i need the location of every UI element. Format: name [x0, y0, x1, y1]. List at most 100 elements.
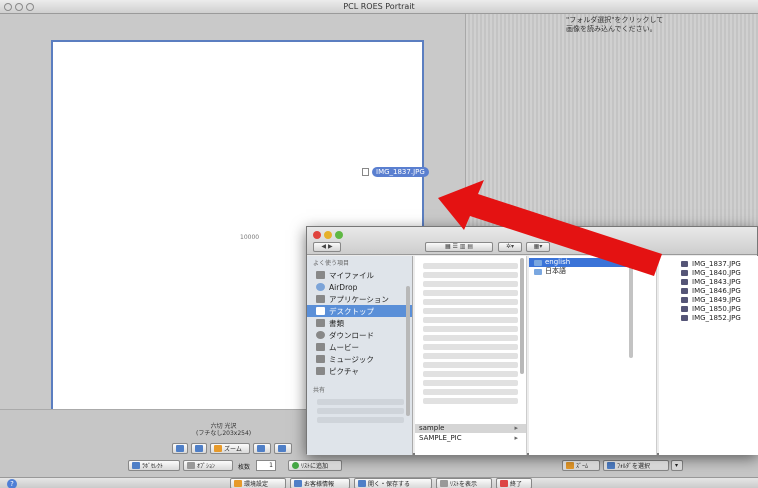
show-list-button[interactable]: ﾘｽﾄを表示: [436, 478, 492, 488]
blurred-item: [423, 371, 518, 377]
file-item[interactable]: IMG_1846.JPG: [681, 286, 741, 295]
music-icon: [316, 355, 325, 363]
folder-select-label: ﾌｫﾙﾀﾞを選択: [617, 463, 651, 470]
sidebar-label: デスクトップ: [329, 306, 374, 316]
customer-info-label: お客様情報: [304, 481, 335, 488]
sidebar-item-pictures[interactable]: ピクチャ: [307, 365, 412, 377]
rotate-right-button[interactable]: [191, 443, 207, 454]
sidebar-item-documents[interactable]: 書類: [307, 317, 412, 329]
column-3-scrollbar[interactable]: [629, 258, 633, 358]
file-item[interactable]: IMG_1837.JPG: [681, 259, 741, 268]
add-to-list-button[interactable]: ﾘｽﾄに追加: [288, 460, 342, 471]
view-mode-buttons[interactable]: ▦ ☰ ▥ ▤: [425, 242, 493, 252]
item-label: SAMPLE_PIC: [419, 434, 462, 442]
blurred-item: [423, 272, 518, 278]
file-name: IMG_1837.JPG: [692, 259, 741, 268]
dragged-file[interactable]: IMG_1837.JPG: [362, 167, 429, 177]
blurred-item: [423, 362, 518, 368]
blurred-item: [317, 399, 404, 405]
open-save-button[interactable]: 開く・保存する: [354, 478, 432, 488]
show-list-label: ﾘｽﾄを表示: [450, 481, 478, 488]
dragged-file-name: IMG_1837.JPG: [372, 167, 429, 177]
sidebar-item-desktop[interactable]: デスクトップ: [307, 305, 412, 317]
settings-icon: [234, 480, 242, 487]
file-item[interactable]: IMG_1840.JPG: [681, 268, 741, 277]
window-title: PCL ROES Portrait: [343, 2, 415, 11]
sidebar-scrollbar[interactable]: [406, 286, 410, 416]
finder-toolbar: ◀ ▶ ▦ ☰ ▥ ▤ ✲▾ ▦▾: [307, 227, 757, 255]
finder-zoom-button[interactable]: [335, 231, 343, 239]
action-menu-button[interactable]: ✲▾: [498, 242, 522, 252]
sidebar-item-downloads[interactable]: ダウンロード: [307, 329, 412, 341]
rotate-left-button[interactable]: [172, 443, 188, 454]
instruction-text: "フォルダ選択"をクリックして 画像を読み込んでください。: [566, 16, 716, 34]
zoom-icon: [214, 445, 222, 452]
shared-header: 共有: [313, 387, 326, 394]
image-thumbnail-icon: [681, 269, 688, 276]
sidebar-item-music[interactable]: ミュージック: [307, 353, 412, 365]
folder-select-icon: [607, 462, 615, 469]
sidebar-label: ミュージック: [329, 354, 374, 364]
instruction-line-2: 画像を読み込んでください。: [566, 25, 657, 33]
list-item-sample[interactable]: sample ▸: [415, 424, 526, 433]
open-save-icon: [358, 480, 366, 487]
sidebar-item-my-files[interactable]: マイファイル: [307, 269, 412, 281]
list-icon: [440, 480, 448, 487]
fit-button[interactable]: [253, 443, 271, 454]
file-name: IMG_1852.JPG: [692, 313, 741, 322]
paper-size-label: 六切 光沢 (フチなし203x254): [196, 423, 251, 437]
help-button[interactable]: ?: [7, 479, 17, 488]
column-2-scrollbar[interactable]: [520, 258, 524, 374]
options-button[interactable]: ｵﾌﾟｼｮﾝ: [183, 460, 233, 471]
settings-button[interactable]: 環境設定: [230, 478, 286, 488]
chevron-right-icon: ▸: [646, 267, 650, 275]
file-item[interactable]: IMG_1852.JPG: [681, 313, 741, 322]
zoom-button[interactable]: ズーム: [210, 443, 250, 454]
image-thumbnail-icon: [681, 305, 688, 312]
image-thumbnail-icon: [681, 287, 688, 294]
arrange-menu-button[interactable]: ▦▾: [526, 242, 550, 252]
image-thumbnail-icon: [681, 296, 688, 303]
file-item[interactable]: IMG_1850.JPG: [681, 304, 741, 313]
quit-button[interactable]: 終了: [496, 478, 532, 488]
desktop-icon: [316, 307, 325, 315]
file-icon: [362, 168, 369, 176]
finder-close-button[interactable]: [313, 231, 321, 239]
zoom-right-label: ｽﾞｰﾑ: [576, 463, 589, 470]
sidebar-item-applications[interactable]: アプリケーション: [307, 293, 412, 305]
fill-button[interactable]: [274, 443, 292, 454]
folder-dropdown-button[interactable]: ▾: [671, 460, 683, 471]
finder-dialog: ◀ ▶ ▦ ☰ ▥ ▤ ✲▾ ▦▾ よく使う項目 マイファイル AirDrop …: [306, 226, 758, 455]
customer-info-button[interactable]: お客様情報: [290, 478, 350, 488]
folder-item-english[interactable]: english ▸: [529, 258, 656, 267]
file-item[interactable]: IMG_1849.JPG: [681, 295, 741, 304]
lab-select-button[interactable]: ﾗﾎﾞｾﾚｸﾄ: [128, 460, 180, 471]
add-to-list-label: ﾘｽﾄに追加: [301, 463, 329, 470]
sidebar-label: ダウンロード: [329, 330, 374, 340]
pictures-icon: [316, 367, 325, 375]
copies-input[interactable]: 1: [256, 460, 276, 471]
blurred-item: [423, 344, 518, 350]
file-item[interactable]: IMG_1843.JPG: [681, 277, 741, 286]
blurred-list: [415, 256, 526, 404]
documents-icon: [316, 319, 325, 327]
blurred-item: [423, 389, 518, 395]
list-item-sample-pic[interactable]: SAMPLE_PIC ▸: [415, 434, 526, 443]
file-name: IMG_1850.JPG: [692, 304, 741, 313]
blurred-item: [423, 398, 518, 404]
sidebar-item-airdrop[interactable]: AirDrop: [307, 281, 412, 293]
paper-size-line-1: 六切 光沢: [210, 423, 237, 430]
sidebar-label: ピクチャ: [329, 366, 359, 376]
item-label: sample: [419, 424, 445, 432]
chevron-right-icon: ▸: [646, 258, 650, 266]
sidebar-label: ムービー: [329, 342, 359, 352]
zoom-right-button[interactable]: ｽﾞｰﾑ: [562, 460, 600, 471]
open-save-label: 開く・保存する: [368, 481, 411, 488]
folder-select-button[interactable]: ﾌｫﾙﾀﾞを選択: [603, 460, 669, 471]
folder-item-japanese[interactable]: 日本語 ▸: [529, 267, 656, 276]
sidebar-item-movies[interactable]: ムービー: [307, 341, 412, 353]
finder-minimize-button[interactable]: [324, 231, 332, 239]
image-thumbnail-icon: [681, 260, 688, 267]
back-forward-buttons[interactable]: ◀ ▶: [313, 242, 341, 252]
sidebar-label: 書類: [329, 318, 344, 328]
